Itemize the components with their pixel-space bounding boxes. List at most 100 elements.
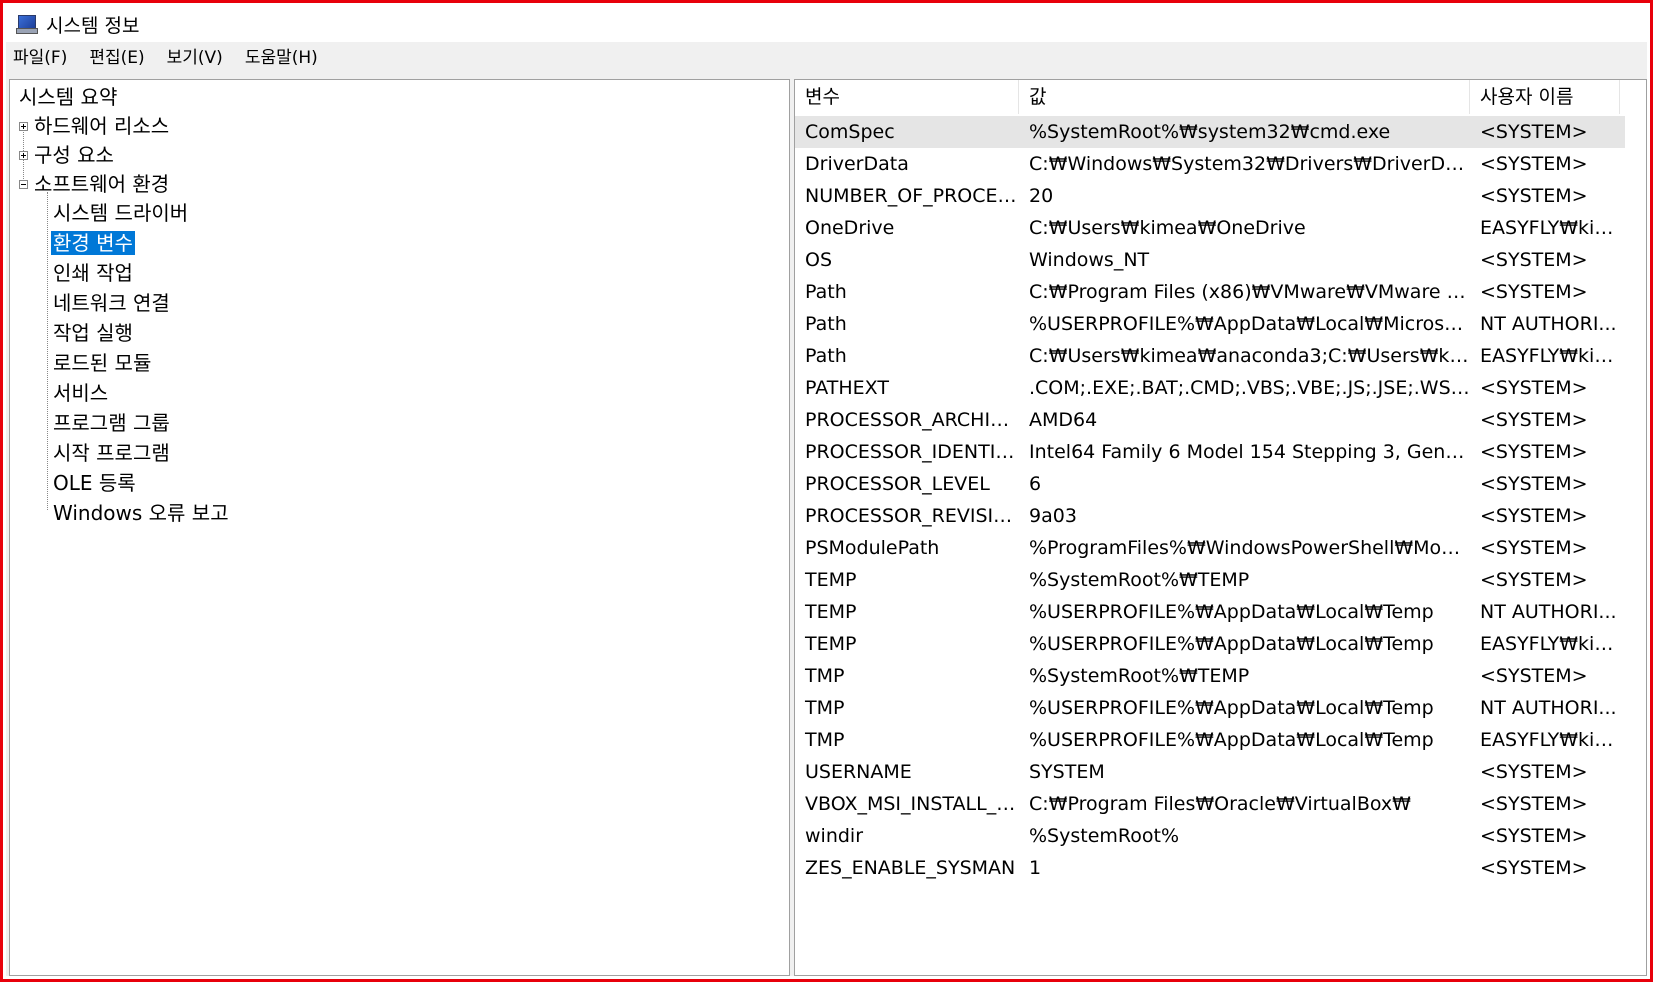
tree-item-print-jobs[interactable]: 인쇄 작업 [51, 258, 135, 288]
table-row[interactable]: Path C:₩Program Files (x86)₩VMware₩VMware… [795, 276, 1625, 308]
tree-item-label: 작업 실행 [53, 321, 133, 345]
table-row[interactable]: TMP %USERPROFILE%₩AppData₩Local₩Temp NT AU… [795, 692, 1625, 724]
menu-edit[interactable]: 편집(E) [78, 42, 155, 74]
tree-item-hardware[interactable]: 하드웨어 리소스 [32, 111, 171, 141]
tree-item-label: 프로그램 그룹 [53, 411, 170, 435]
cell-value: %USERPROFILE%₩AppData₩Local₩Temp [1029, 601, 1434, 623]
tree-item-startup-programs[interactable]: 시작 프로그램 [51, 438, 172, 468]
cell-value: %ProgramFiles%₩WindowsPowerShell₩Modul..… [1029, 537, 1470, 559]
table-row[interactable]: TEMP %SystemRoot%₩TEMP <SYSTEM> [795, 564, 1625, 596]
tree-item-label: 하드웨어 리소스 [34, 114, 170, 138]
title-bar: 시스템 정보 [6, 6, 1647, 42]
cell-value: %SystemRoot%₩system32₩cmd.exe [1029, 121, 1391, 143]
tree-item-label: 시스템 요약 [19, 85, 118, 109]
tree-item-running-tasks[interactable]: 작업 실행 [51, 318, 135, 348]
tree-item-summary[interactable]: 시스템 요약 [17, 82, 119, 112]
window-title: 시스템 정보 [46, 14, 140, 37]
cell-value: AMD64 [1029, 409, 1098, 431]
tree-item-environment-variables[interactable]: 환경 변수 [51, 228, 135, 258]
table-row[interactable]: NUMBER_OF_PROCES... 20 <SYSTEM> [795, 180, 1625, 212]
table-row[interactable]: PROCESSOR_LEVEL 6 <SYSTEM> [795, 468, 1625, 500]
table-row[interactable]: TEMP %USERPROFILE%₩AppData₩Local₩Temp EASY… [795, 628, 1625, 660]
cell-username: <SYSTEM> [1480, 793, 1588, 815]
cell-username: <SYSTEM> [1480, 537, 1588, 559]
column-header-value[interactable]: 값 [1019, 80, 1470, 114]
environment-variables-list[interactable]: 변수 값 사용자 이름 ComSpec %SystemRoot%₩system32… [794, 79, 1647, 976]
column-header-username[interactable]: 사용자 이름 [1470, 80, 1620, 114]
tree-item-system-drivers[interactable]: 시스템 드라이버 [51, 198, 190, 228]
table-row[interactable]: ComSpec %SystemRoot%₩system32₩cmd.exe <SYS… [795, 116, 1625, 148]
table-row[interactable]: OS Windows_NT <SYSTEM> [795, 244, 1625, 276]
table-row[interactable]: PROCESSOR_REVISION 9a03 <SYSTEM> [795, 500, 1625, 532]
table-row[interactable]: Path %USERPROFILE%₩AppData₩Local₩Microsof… [795, 308, 1625, 340]
table-row[interactable]: windir %SystemRoot% <SYSTEM> [795, 820, 1625, 852]
table-row[interactable]: TEMP %USERPROFILE%₩AppData₩Local₩Temp NT A… [795, 596, 1625, 628]
cell-variable: ZES_ENABLE_SYSMAN [805, 857, 1016, 879]
cell-username: <SYSTEM> [1480, 185, 1588, 207]
cell-username: <SYSTEM> [1480, 857, 1588, 879]
tree-item-loaded-modules[interactable]: 로드된 모듈 [51, 348, 153, 378]
table-row[interactable]: DriverData C:₩Windows₩System32₩Drivers₩Dr… [795, 148, 1625, 180]
tree-item-ole-registration[interactable]: OLE 등록 [51, 468, 138, 498]
cell-username: <SYSTEM> [1480, 473, 1588, 495]
cell-value: %SystemRoot%₩TEMP [1029, 569, 1250, 591]
cell-value: Windows_NT [1029, 249, 1150, 271]
table-row[interactable]: PROCESSOR_ARCHITE... AMD64 <SYSTEM> [795, 404, 1625, 436]
cell-variable: OneDrive [805, 217, 895, 239]
cell-variable: PROCESSOR_LEVEL [805, 473, 990, 495]
table-row[interactable]: USERNAME SYSTEM <SYSTEM> [795, 756, 1625, 788]
tree-connector [47, 192, 48, 510]
tree-item-label: 시스템 드라이버 [53, 201, 189, 225]
menu-bar: 파일(F) 편집(E) 보기(V) 도움말(H) [6, 42, 1647, 74]
cell-variable: windir [805, 825, 864, 847]
tree-item-program-groups[interactable]: 프로그램 그룹 [51, 408, 172, 438]
app-window: 시스템 정보 파일(F) 편집(E) 보기(V) 도움말(H) 시스템 요약 하… [0, 0, 1653, 982]
cell-username: <SYSTEM> [1480, 761, 1588, 783]
cell-variable: TMP [805, 665, 845, 687]
cell-username: EASYFLY₩kim... [1480, 217, 1620, 239]
tree-item-software[interactable]: 소프트웨어 환경 [32, 169, 171, 199]
table-row[interactable]: OneDrive C:₩Users₩kimea₩OneDrive EASYFLY₩k… [795, 212, 1625, 244]
table-row[interactable]: PSModulePath %ProgramFiles%₩WindowsPowerS… [795, 532, 1625, 564]
system-info-icon [16, 14, 38, 34]
tree-item-services[interactable]: 서비스 [51, 378, 110, 408]
table-row[interactable]: PATHEXT .COM;.EXE;.BAT;.CMD;.VBS;.VBE;.JS… [795, 372, 1625, 404]
menu-file[interactable]: 파일(F) [6, 42, 78, 74]
table-row[interactable]: PROCESSOR_IDENTIFIER Intel64 Family 6 Mod… [795, 436, 1625, 468]
cell-username: EASYFLY₩kim... [1480, 633, 1620, 655]
list-header: 변수 값 사용자 이름 [795, 80, 1620, 114]
cell-username: <SYSTEM> [1480, 409, 1588, 431]
menu-view[interactable]: 보기(V) [156, 42, 234, 74]
cell-variable: PSModulePath [805, 537, 940, 559]
cell-variable: PATHEXT [805, 377, 889, 399]
expand-plus-icon[interactable] [19, 151, 28, 160]
cell-username: <SYSTEM> [1480, 281, 1588, 303]
cell-username: EASYFLY₩kim... [1480, 729, 1620, 751]
tree-item-windows-error-reporting[interactable]: Windows 오류 보고 [51, 498, 231, 528]
column-header-variable[interactable]: 변수 [795, 80, 1019, 114]
cell-username: <SYSTEM> [1480, 153, 1588, 175]
cell-variable: USERNAME [805, 761, 912, 783]
tree-item-network-connections[interactable]: 네트워크 연결 [51, 288, 172, 318]
cell-value: %USERPROFILE%₩AppData₩Local₩Microsoft₩..… [1029, 313, 1470, 335]
cell-variable: TEMP [805, 569, 857, 591]
cell-variable: NUMBER_OF_PROCES... [805, 185, 1019, 207]
table-row[interactable]: VBOX_MSI_INSTALL_P... C:₩Program Files₩Or… [795, 788, 1625, 820]
tree-item-label: 서비스 [53, 381, 109, 405]
tree-item-components[interactable]: 구성 요소 [32, 140, 116, 170]
content-area: 시스템 요약 하드웨어 리소스 구성 요소 소프트웨어 환경 시스템 드라이버 … [6, 74, 1647, 976]
category-tree[interactable]: 시스템 요약 하드웨어 리소스 구성 요소 소프트웨어 환경 시스템 드라이버 … [9, 79, 790, 976]
table-row[interactable]: ZES_ENABLE_SYSMAN 1 <SYSTEM> [795, 852, 1625, 884]
cell-variable: Path [805, 281, 847, 303]
cell-variable: DriverData [805, 153, 909, 175]
collapse-minus-icon[interactable] [19, 180, 28, 189]
table-row[interactable]: TMP %USERPROFILE%₩AppData₩Local₩Temp EASYF… [795, 724, 1625, 756]
tree-item-label: 시작 프로그램 [53, 441, 170, 465]
cell-value: %SystemRoot% [1029, 825, 1180, 847]
table-row[interactable]: TMP %SystemRoot%₩TEMP <SYSTEM> [795, 660, 1625, 692]
tree-item-label: Windows 오류 보고 [53, 501, 229, 525]
menu-help[interactable]: 도움말(H) [234, 42, 329, 74]
expand-plus-icon[interactable] [19, 122, 28, 131]
table-row[interactable]: Path C:₩Users₩kimea₩anaconda3;C:₩Users₩ki… [795, 340, 1625, 372]
tree-item-label: 구성 요소 [34, 143, 114, 167]
